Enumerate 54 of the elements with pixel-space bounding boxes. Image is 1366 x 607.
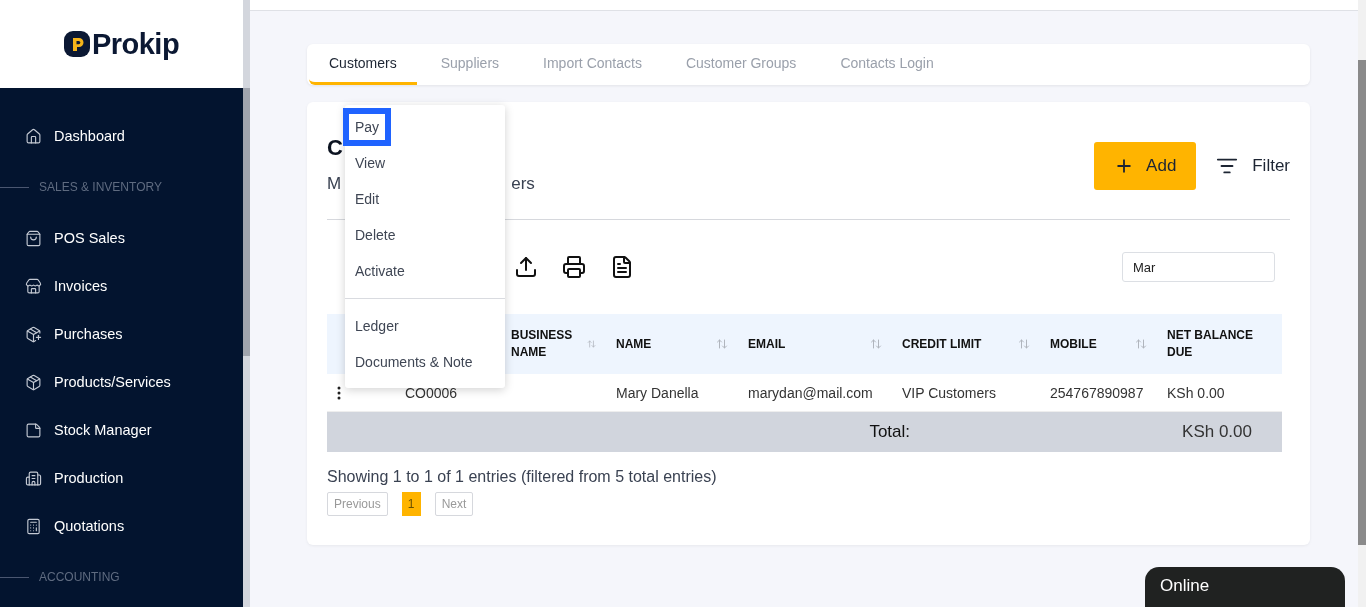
sidebar-item[interactable]: POS Sales [0, 214, 243, 262]
package-plus-icon [25, 325, 42, 343]
sort-icon [1018, 338, 1030, 350]
document-icon[interactable] [610, 255, 634, 279]
note-icon [25, 421, 42, 439]
section-label: SALES & INVENTORY [39, 180, 162, 194]
sort-icon [870, 338, 882, 350]
sidebar-item[interactable]: Invoices [0, 262, 243, 310]
sidebar-item[interactable]: Production [0, 454, 243, 502]
print-icon[interactable] [562, 255, 586, 279]
more-button[interactable] [337, 385, 341, 400]
total-label: Total: [869, 422, 911, 442]
scrollbar[interactable] [243, 0, 250, 607]
search-field[interactable]: Mar [1122, 252, 1275, 282]
sidebar-item[interactable]: Products/Services [0, 358, 243, 406]
menu-item[interactable]: Edit [345, 181, 505, 217]
home-icon [25, 127, 42, 145]
sidebar-item[interactable]: Quotations [0, 502, 243, 550]
page-subtitle: M [327, 174, 342, 194]
brand-logo: Prokip [91, 27, 180, 61]
store-icon [25, 277, 42, 295]
sidebar-item[interactable]: Purchases [0, 310, 243, 358]
column-header[interactable]: NAME [606, 314, 738, 374]
chat-widget[interactable]: Online [1145, 567, 1345, 607]
sidebar-item[interactable]: Stock Manager [0, 406, 243, 454]
menu-item[interactable]: Delete [345, 217, 505, 253]
column-header[interactable]: MOBILE [1040, 314, 1157, 374]
section-label: ACCOUNTING [39, 570, 120, 584]
column-header[interactable]: EMAIL [738, 314, 892, 374]
menu-item[interactable]: Activate [345, 253, 505, 289]
menu-item[interactable]: Pay [345, 109, 505, 145]
page-button[interactable]: 1 [401, 492, 421, 516]
menu-item[interactable]: View [345, 145, 505, 181]
sort-icon [716, 338, 728, 350]
bag-icon [25, 229, 42, 247]
column-header[interactable]: NET BALANCE DUE [1157, 314, 1282, 374]
filter-button[interactable]: Filter [1216, 155, 1290, 177]
scrollbar[interactable] [1358, 0, 1366, 607]
building-icon [25, 469, 42, 487]
calculator-icon [25, 517, 42, 535]
logo-icon [63, 31, 90, 57]
tab[interactable]: Customers [309, 44, 417, 85]
sort-icon [1135, 338, 1147, 350]
page-subtitle: ers [511, 174, 535, 194]
total-value: KSh 0.00 [1182, 422, 1252, 442]
page-title: C [327, 134, 343, 162]
column-header[interactable]: CREDIT LIMIT [892, 314, 1040, 374]
entries-info: Showing 1 to 1 of 1 entries (filtered from 5 total entries) [327, 468, 718, 486]
upload-icon[interactable] [514, 255, 538, 279]
add-button[interactable]: Add [1094, 142, 1197, 190]
more-icon [337, 385, 341, 400]
sort-icon [586, 338, 596, 350]
sidebar-item[interactable]: Dashboard [0, 112, 243, 160]
package-icon [25, 373, 42, 391]
